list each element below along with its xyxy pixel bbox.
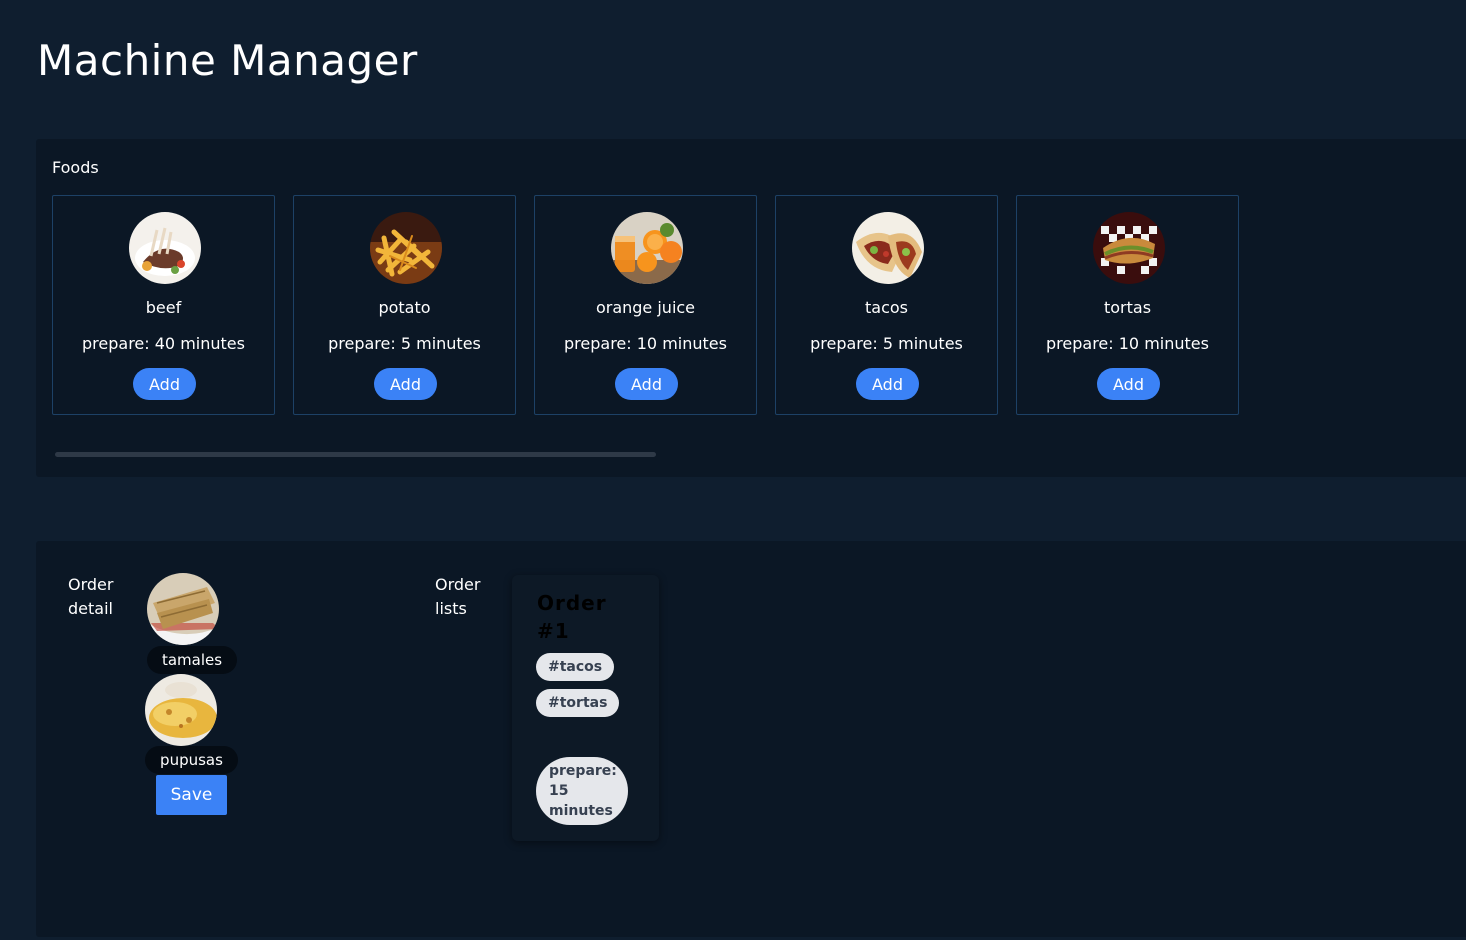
order-prepare-time: prepare: 15 minutes (536, 757, 628, 825)
order-detail-label: Order detail (68, 575, 114, 618)
save-order-button[interactable]: Save (156, 775, 227, 815)
food-prepare-time: prepare: 10 minutes (564, 334, 727, 353)
food-name: tacos (865, 298, 908, 317)
tacos-icon (852, 212, 924, 284)
add-potato-button[interactable]: Add (374, 368, 437, 400)
food-card-tortas: tortas prepare: 10 minutes Add (1016, 195, 1239, 415)
pupusas-icon (145, 674, 217, 746)
food-prepare-time: prepare: 40 minutes (82, 334, 245, 353)
fries-icon (370, 212, 442, 284)
add-tacos-button[interactable]: Add (856, 368, 919, 400)
add-orange-juice-button[interactable]: Add (615, 368, 678, 400)
food-prepare-time: prepare: 5 minutes (328, 334, 481, 353)
orders-panel: Order detail tamales pupusas Save Order … (36, 541, 1466, 937)
foods-panel: Foods beef prepare: 40 minutes Add potat… (36, 139, 1466, 477)
food-name: orange juice (595, 298, 696, 317)
tamales-icon (147, 573, 219, 645)
order-card[interactable]: Order #1 #tacos #tortas prepare: 15 minu… (512, 575, 659, 841)
food-card-potato: potato prepare: 5 minutes Add (293, 195, 516, 415)
foods-label: Foods (52, 158, 99, 177)
orange-juice-icon (611, 212, 683, 284)
order-lists-label: Order lists (435, 575, 481, 618)
food-name: beef (145, 298, 182, 317)
add-tortas-button[interactable]: Add (1097, 368, 1160, 400)
order-detail-item-name: pupusas (145, 746, 238, 774)
torta-sandwich-icon (1093, 212, 1165, 284)
food-card-tacos: tacos prepare: 5 minutes Add (775, 195, 998, 415)
food-card-beef: beef prepare: 40 minutes Add (52, 195, 275, 415)
order-tag: #tacos (536, 653, 615, 681)
order-detail-item-name: tamales (147, 646, 237, 674)
food-prepare-time: prepare: 5 minutes (810, 334, 963, 353)
food-card-orange-juice: orange juice prepare: 10 minutes Add (534, 195, 757, 415)
page-title: Machine Manager (37, 36, 418, 85)
food-name: potato (378, 298, 431, 317)
order-tag: #tortas (536, 689, 620, 717)
food-prepare-time: prepare: 10 minutes (1046, 334, 1209, 353)
foods-horizontal-scrollbar[interactable] (55, 452, 656, 457)
order-title: Order #1 (537, 591, 607, 643)
add-beef-button[interactable]: Add (133, 368, 196, 400)
food-name: tortas (1103, 298, 1152, 317)
beef-plate-icon (129, 212, 201, 284)
